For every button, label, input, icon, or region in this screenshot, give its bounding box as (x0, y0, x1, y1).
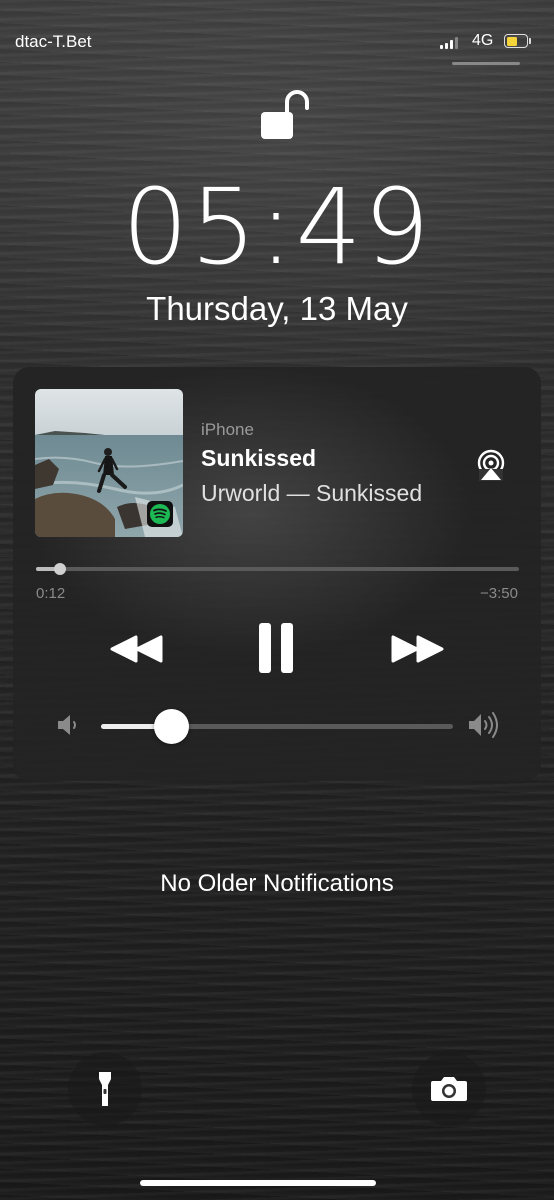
album-art[interactable] (35, 389, 183, 537)
flashlight-button[interactable] (68, 1052, 142, 1126)
rewind-button[interactable] (109, 633, 165, 665)
pause-icon (259, 623, 293, 673)
pause-button[interactable] (258, 623, 296, 673)
airplay-icon[interactable] (474, 449, 508, 481)
now-playing-widget[interactable]: iPhone Sunkissed Urworld — Sunkissed 0:1… (13, 367, 541, 781)
control-center-indicator[interactable] (452, 62, 520, 65)
fast-forward-icon (391, 635, 444, 663)
home-indicator[interactable] (140, 1180, 376, 1186)
volume-high-icon (468, 712, 504, 738)
scrubber-knob[interactable] (54, 563, 66, 575)
camera-icon (431, 1077, 467, 1101)
volume-slider[interactable] (101, 709, 453, 744)
network-type: 4G (472, 32, 494, 49)
rewind-icon (110, 635, 163, 663)
track-title[interactable]: Sunkissed (201, 445, 316, 472)
playback-scrubber[interactable] (36, 563, 519, 575)
carrier-name: dtac-T.Bet (15, 32, 92, 51)
output-device-label: iPhone (201, 420, 254, 439)
battery-icon (504, 34, 531, 48)
volume-knob[interactable] (154, 709, 189, 744)
lock-time: 05:49 (122, 166, 432, 288)
volume-low-icon (57, 714, 81, 736)
unlocked-padlock-icon (259, 86, 315, 142)
camera-button[interactable] (412, 1052, 486, 1126)
elapsed-time: 0:12 (36, 585, 66, 602)
spotify-icon (150, 504, 170, 524)
status-bar: dtac-T.Bet 4G (0, 0, 554, 80)
signal-strength-icon (440, 36, 458, 49)
fast-forward-button[interactable] (389, 633, 445, 665)
no-older-notifications: No Older Notifications (160, 870, 394, 897)
lock-date: Thursday, 13 May (146, 290, 408, 327)
flashlight-icon (99, 1072, 111, 1106)
track-subtitle[interactable]: Urworld — Sunkissed (201, 480, 422, 507)
remaining-time: −3:50 (480, 585, 518, 602)
